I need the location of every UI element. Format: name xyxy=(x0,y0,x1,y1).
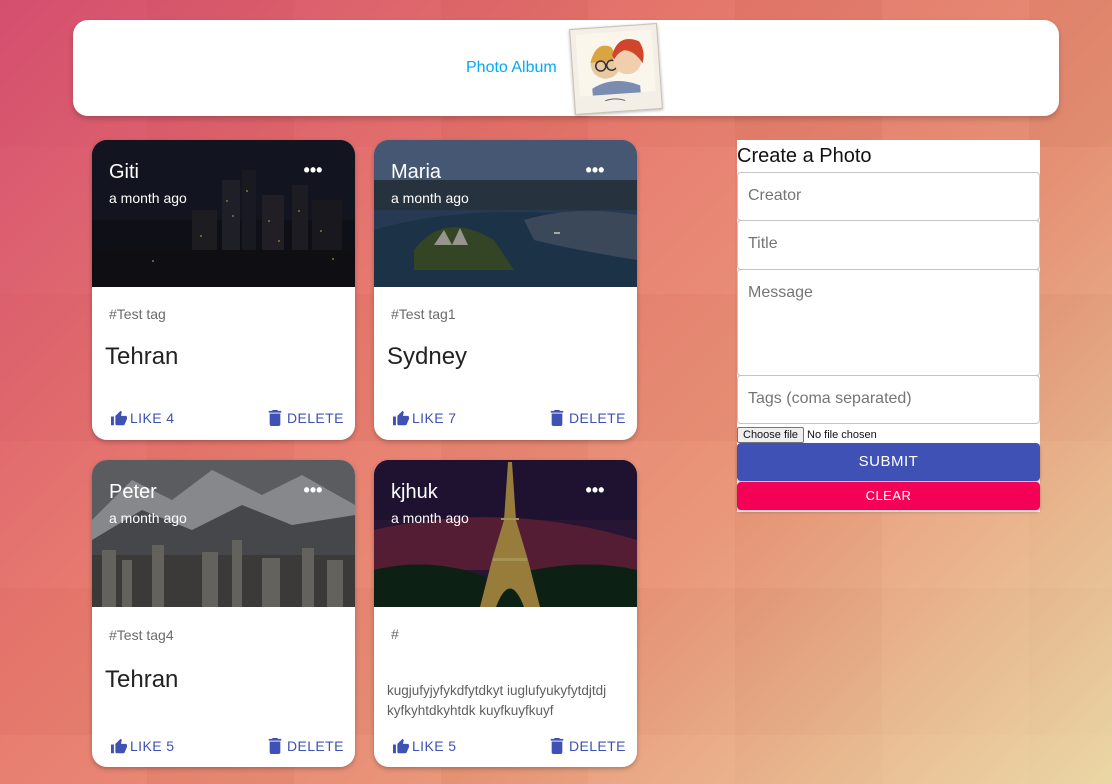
post-card: kjhuk a month ago ••• # kugjufyjyfykdfyt… xyxy=(374,460,637,767)
like-button[interactable]: LIKE 7 xyxy=(392,410,456,426)
like-label: LIKE 4 xyxy=(130,410,175,426)
post-tags: # xyxy=(391,626,399,642)
trash-icon xyxy=(268,738,282,754)
post-time: a month ago xyxy=(391,510,469,526)
app-logo-image xyxy=(569,23,663,115)
more-options-icon[interactable]: ••• xyxy=(303,160,323,180)
more-options-icon[interactable]: ••• xyxy=(585,160,605,180)
post-message: kugjufyjyfykdfytdkyt iuglufyukyfytdjtdj … xyxy=(387,683,607,718)
post-title: Tehran xyxy=(105,666,179,693)
delete-label: DELETE xyxy=(569,410,626,426)
delete-label: DELETE xyxy=(287,738,344,754)
post-card: Giti a month ago ••• #Test tag Tehran LI… xyxy=(92,140,355,440)
thumb-up-icon xyxy=(393,738,409,754)
trash-icon xyxy=(268,410,282,426)
delete-button[interactable]: DELETE xyxy=(268,410,344,426)
tags-field[interactable]: Tags (coma separated) xyxy=(737,375,1040,424)
delete-label: DELETE xyxy=(569,738,626,754)
post-time: a month ago xyxy=(109,190,187,206)
file-input: Choose file No file chosen xyxy=(737,426,877,444)
like-button[interactable]: LIKE 5 xyxy=(392,738,456,754)
message-field[interactable]: Message xyxy=(737,269,1040,376)
post-tags: #Test tag xyxy=(109,306,166,322)
post-card: Peter a month ago ••• #Test tag4 Tehran … xyxy=(92,460,355,767)
post-creator: kjhuk xyxy=(391,481,438,503)
title-field[interactable]: Title xyxy=(737,220,1040,270)
post-time: a month ago xyxy=(109,510,187,526)
creator-field[interactable]: Creator xyxy=(737,172,1040,221)
post-tags: #Test tag1 xyxy=(391,306,456,322)
post-tags: #Test tag4 xyxy=(109,627,174,643)
thumb-up-icon xyxy=(393,410,409,426)
post-creator: Giti xyxy=(109,161,139,183)
choose-file-button[interactable]: Choose file xyxy=(737,427,805,443)
app-title[interactable]: Photo Album xyxy=(466,59,557,77)
post-card: Maria a month ago ••• #Test tag1 Sydney … xyxy=(374,140,637,440)
post-title: Tehran xyxy=(105,343,179,370)
delete-label: DELETE xyxy=(287,410,344,426)
submit-button[interactable]: SUBMIT xyxy=(737,443,1040,481)
title-placeholder: Title xyxy=(748,235,778,252)
delete-button[interactable]: DELETE xyxy=(550,410,626,426)
delete-button[interactable]: DELETE xyxy=(268,738,344,754)
clear-button[interactable]: CLEAR xyxy=(737,482,1040,510)
delete-button[interactable]: DELETE xyxy=(550,738,626,754)
more-options-icon[interactable]: ••• xyxy=(303,480,323,500)
post-time: a month ago xyxy=(391,190,469,206)
file-status: No file chosen xyxy=(807,429,877,441)
message-placeholder: Message xyxy=(748,284,813,301)
trash-icon xyxy=(550,738,564,754)
tags-placeholder: Tags (coma separated) xyxy=(748,390,912,407)
like-label: LIKE 7 xyxy=(412,410,457,426)
post-title: Sydney xyxy=(387,343,468,370)
post-creator: Peter xyxy=(109,481,157,503)
thumb-up-icon xyxy=(111,738,127,754)
create-photo-form: Create a Photo Creator Title Message Tag… xyxy=(737,140,1040,512)
app-bar: Photo Album xyxy=(73,20,1059,116)
like-button[interactable]: LIKE 4 xyxy=(110,410,174,426)
form-heading: Create a Photo xyxy=(737,145,872,167)
trash-icon xyxy=(550,410,564,426)
more-options-icon[interactable]: ••• xyxy=(585,480,605,500)
like-label: LIKE 5 xyxy=(130,738,175,754)
like-button[interactable]: LIKE 5 xyxy=(110,738,174,754)
thumb-up-icon xyxy=(111,410,127,426)
like-label: LIKE 5 xyxy=(412,738,457,754)
creator-placeholder: Creator xyxy=(748,187,802,204)
post-creator: Maria xyxy=(391,161,442,183)
